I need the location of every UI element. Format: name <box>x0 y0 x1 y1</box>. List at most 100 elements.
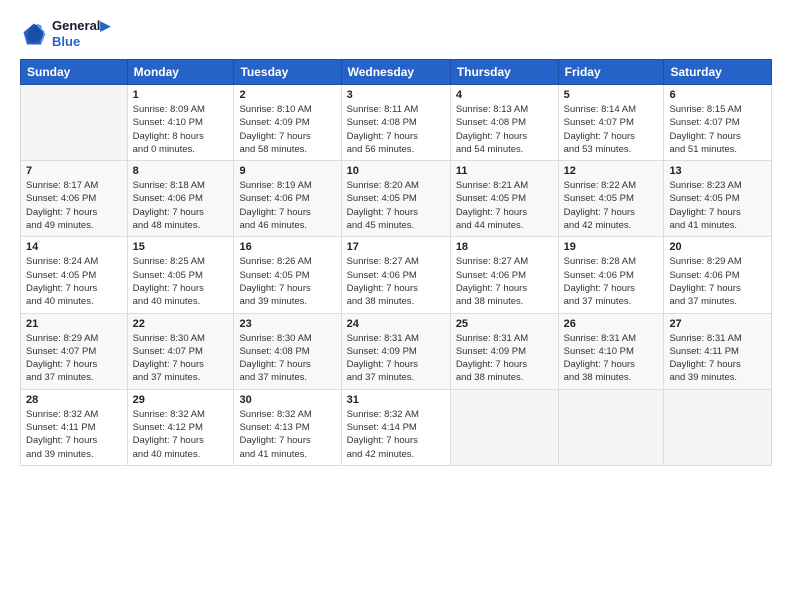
day-info: Sunrise: 8:10 AMSunset: 4:09 PMDaylight:… <box>239 103 335 156</box>
calendar-week-row: 28Sunrise: 8:32 AMSunset: 4:11 PMDayligh… <box>21 389 772 465</box>
day-info: Sunrise: 8:31 AMSunset: 4:09 PMDaylight:… <box>456 332 553 385</box>
calendar-day-cell: 1 Sunrise: 8:09 AMSunset: 4:10 PMDaylight… <box>127 85 234 161</box>
calendar-week-row: 7Sunrise: 8:17 AMSunset: 4:06 PMDaylight… <box>21 161 772 237</box>
calendar-header-row: SundayMondayTuesdayWednesdayThursdayFrid… <box>21 60 772 85</box>
calendar-day-cell: 3Sunrise: 8:11 AMSunset: 4:08 PMDaylight… <box>341 85 450 161</box>
day-info: Sunrise: 8:09 AMSunset: 4:10 PMDaylight:… <box>133 103 229 156</box>
day-number: 7 <box>26 165 122 177</box>
calendar-day-cell: 8Sunrise: 8:18 AMSunset: 4:06 PMDaylight… <box>127 161 234 237</box>
day-number: 18 <box>456 241 553 253</box>
logo-text: General▶ Blue <box>52 18 110 49</box>
day-number: 2 <box>239 89 335 101</box>
day-number: 23 <box>239 318 335 330</box>
calendar-day-cell: 21 Sunrise: 8:29 AMSunset: 4:07 PMDayligh… <box>21 313 128 389</box>
day-number: 3 <box>347 89 445 101</box>
day-info: Sunrise: 8:27 AMSunset: 4:06 PMDaylight:… <box>347 255 445 308</box>
calendar-day-cell: 20 Sunrise: 8:29 AMSunset: 4:06 PMDayligh… <box>664 237 772 313</box>
calendar-day-cell: 7Sunrise: 8:17 AMSunset: 4:06 PMDaylight… <box>21 161 128 237</box>
calendar-weekday-header: Thursday <box>450 60 558 85</box>
header: General▶ Blue <box>20 18 772 49</box>
calendar-week-row: 1 Sunrise: 8:09 AMSunset: 4:10 PMDaylight… <box>21 85 772 161</box>
calendar-day-cell <box>558 389 664 465</box>
day-info: Sunrise: 8:30 AMSunset: 4:08 PMDaylight:… <box>239 332 335 385</box>
calendar-day-cell: 24Sunrise: 8:31 AMSunset: 4:09 PMDayligh… <box>341 313 450 389</box>
calendar-day-cell: 15Sunrise: 8:25 AMSunset: 4:05 PMDayligh… <box>127 237 234 313</box>
day-number: 27 <box>669 318 766 330</box>
day-info: Sunrise: 8:28 AMSunset: 4:06 PMDaylight:… <box>564 255 659 308</box>
calendar-day-cell: 4 Sunrise: 8:13 AMSunset: 4:08 PMDaylight… <box>450 85 558 161</box>
calendar-day-cell: 19 Sunrise: 8:28 AMSunset: 4:06 PMDayligh… <box>558 237 664 313</box>
day-info: Sunrise: 8:21 AMSunset: 4:05 PMDaylight:… <box>456 179 553 232</box>
day-number: 31 <box>347 394 445 406</box>
calendar-day-cell: 29 Sunrise: 8:32 AMSunset: 4:12 PMDayligh… <box>127 389 234 465</box>
day-number: 12 <box>564 165 659 177</box>
calendar-day-cell: 6 Sunrise: 8:15 AMSunset: 4:07 PMDaylight… <box>664 85 772 161</box>
day-info: Sunrise: 8:15 AMSunset: 4:07 PMDaylight:… <box>669 103 766 156</box>
day-number: 11 <box>456 165 553 177</box>
calendar-day-cell: 27 Sunrise: 8:31 AMSunset: 4:11 PMDayligh… <box>664 313 772 389</box>
calendar-weekday-header: Tuesday <box>234 60 341 85</box>
calendar-day-cell: 13Sunrise: 8:23 AMSunset: 4:05 PMDayligh… <box>664 161 772 237</box>
calendar-weekday-header: Wednesday <box>341 60 450 85</box>
day-number: 4 <box>456 89 553 101</box>
day-number: 5 <box>564 89 659 101</box>
calendar-day-cell: 14 Sunrise: 8:24 AMSunset: 4:05 PMDayligh… <box>21 237 128 313</box>
day-info: Sunrise: 8:25 AMSunset: 4:05 PMDaylight:… <box>133 255 229 308</box>
calendar-day-cell: 5 Sunrise: 8:14 AMSunset: 4:07 PMDaylight… <box>558 85 664 161</box>
calendar-day-cell: 26Sunrise: 8:31 AMSunset: 4:10 PMDayligh… <box>558 313 664 389</box>
day-number: 9 <box>239 165 335 177</box>
day-info: Sunrise: 8:29 AMSunset: 4:07 PMDaylight:… <box>26 332 122 385</box>
calendar-day-cell: 10 Sunrise: 8:20 AMSunset: 4:05 PMDayligh… <box>341 161 450 237</box>
calendar-day-cell: 17 Sunrise: 8:27 AMSunset: 4:06 PMDayligh… <box>341 237 450 313</box>
day-info: Sunrise: 8:24 AMSunset: 4:05 PMDaylight:… <box>26 255 122 308</box>
day-number: 14 <box>26 241 122 253</box>
day-number: 25 <box>456 318 553 330</box>
day-info: Sunrise: 8:19 AMSunset: 4:06 PMDaylight:… <box>239 179 335 232</box>
calendar-day-cell <box>664 389 772 465</box>
calendar-day-cell: 22 Sunrise: 8:30 AMSunset: 4:07 PMDayligh… <box>127 313 234 389</box>
day-info: Sunrise: 8:32 AMSunset: 4:14 PMDaylight:… <box>347 408 445 461</box>
calendar-day-cell: 16 Sunrise: 8:26 AMSunset: 4:05 PMDayligh… <box>234 237 341 313</box>
day-info: Sunrise: 8:32 AMSunset: 4:11 PMDaylight:… <box>26 408 122 461</box>
day-number: 20 <box>669 241 766 253</box>
day-number: 16 <box>239 241 335 253</box>
calendar-day-cell <box>21 85 128 161</box>
calendar-day-cell: 30 Sunrise: 8:32 AMSunset: 4:13 PMDayligh… <box>234 389 341 465</box>
page: General▶ Blue SundayMondayTuesdayWednesd… <box>0 0 792 612</box>
calendar-table: SundayMondayTuesdayWednesdayThursdayFrid… <box>20 59 772 466</box>
day-info: Sunrise: 8:32 AMSunset: 4:12 PMDaylight:… <box>133 408 229 461</box>
day-info: Sunrise: 8:26 AMSunset: 4:05 PMDaylight:… <box>239 255 335 308</box>
day-info: Sunrise: 8:22 AMSunset: 4:05 PMDaylight:… <box>564 179 659 232</box>
day-info: Sunrise: 8:20 AMSunset: 4:05 PMDaylight:… <box>347 179 445 232</box>
day-number: 24 <box>347 318 445 330</box>
logo: General▶ Blue <box>20 18 110 49</box>
day-number: 1 <box>133 89 229 101</box>
calendar-day-cell: 9 Sunrise: 8:19 AMSunset: 4:06 PMDaylight… <box>234 161 341 237</box>
calendar-week-row: 21 Sunrise: 8:29 AMSunset: 4:07 PMDayligh… <box>21 313 772 389</box>
calendar-day-cell: 28Sunrise: 8:32 AMSunset: 4:11 PMDayligh… <box>21 389 128 465</box>
calendar-day-cell: 12 Sunrise: 8:22 AMSunset: 4:05 PMDayligh… <box>558 161 664 237</box>
day-number: 21 <box>26 318 122 330</box>
calendar-day-cell: 25 Sunrise: 8:31 AMSunset: 4:09 PMDayligh… <box>450 313 558 389</box>
day-number: 22 <box>133 318 229 330</box>
calendar-day-cell: 31 Sunrise: 8:32 AMSunset: 4:14 PMDayligh… <box>341 389 450 465</box>
day-number: 6 <box>669 89 766 101</box>
day-info: Sunrise: 8:18 AMSunset: 4:06 PMDaylight:… <box>133 179 229 232</box>
day-info: Sunrise: 8:31 AMSunset: 4:11 PMDaylight:… <box>669 332 766 385</box>
day-number: 17 <box>347 241 445 253</box>
day-info: Sunrise: 8:32 AMSunset: 4:13 PMDaylight:… <box>239 408 335 461</box>
day-info: Sunrise: 8:29 AMSunset: 4:06 PMDaylight:… <box>669 255 766 308</box>
day-info: Sunrise: 8:13 AMSunset: 4:08 PMDaylight:… <box>456 103 553 156</box>
calendar-day-cell: 23 Sunrise: 8:30 AMSunset: 4:08 PMDayligh… <box>234 313 341 389</box>
calendar-week-row: 14 Sunrise: 8:24 AMSunset: 4:05 PMDayligh… <box>21 237 772 313</box>
day-number: 29 <box>133 394 229 406</box>
day-number: 10 <box>347 165 445 177</box>
calendar-weekday-header: Friday <box>558 60 664 85</box>
day-number: 30 <box>239 394 335 406</box>
calendar-day-cell: 18Sunrise: 8:27 AMSunset: 4:06 PMDayligh… <box>450 237 558 313</box>
day-info: Sunrise: 8:30 AMSunset: 4:07 PMDaylight:… <box>133 332 229 385</box>
day-info: Sunrise: 8:14 AMSunset: 4:07 PMDaylight:… <box>564 103 659 156</box>
calendar-day-cell: 2 Sunrise: 8:10 AMSunset: 4:09 PMDaylight… <box>234 85 341 161</box>
logo-icon <box>20 20 48 48</box>
day-number: 19 <box>564 241 659 253</box>
